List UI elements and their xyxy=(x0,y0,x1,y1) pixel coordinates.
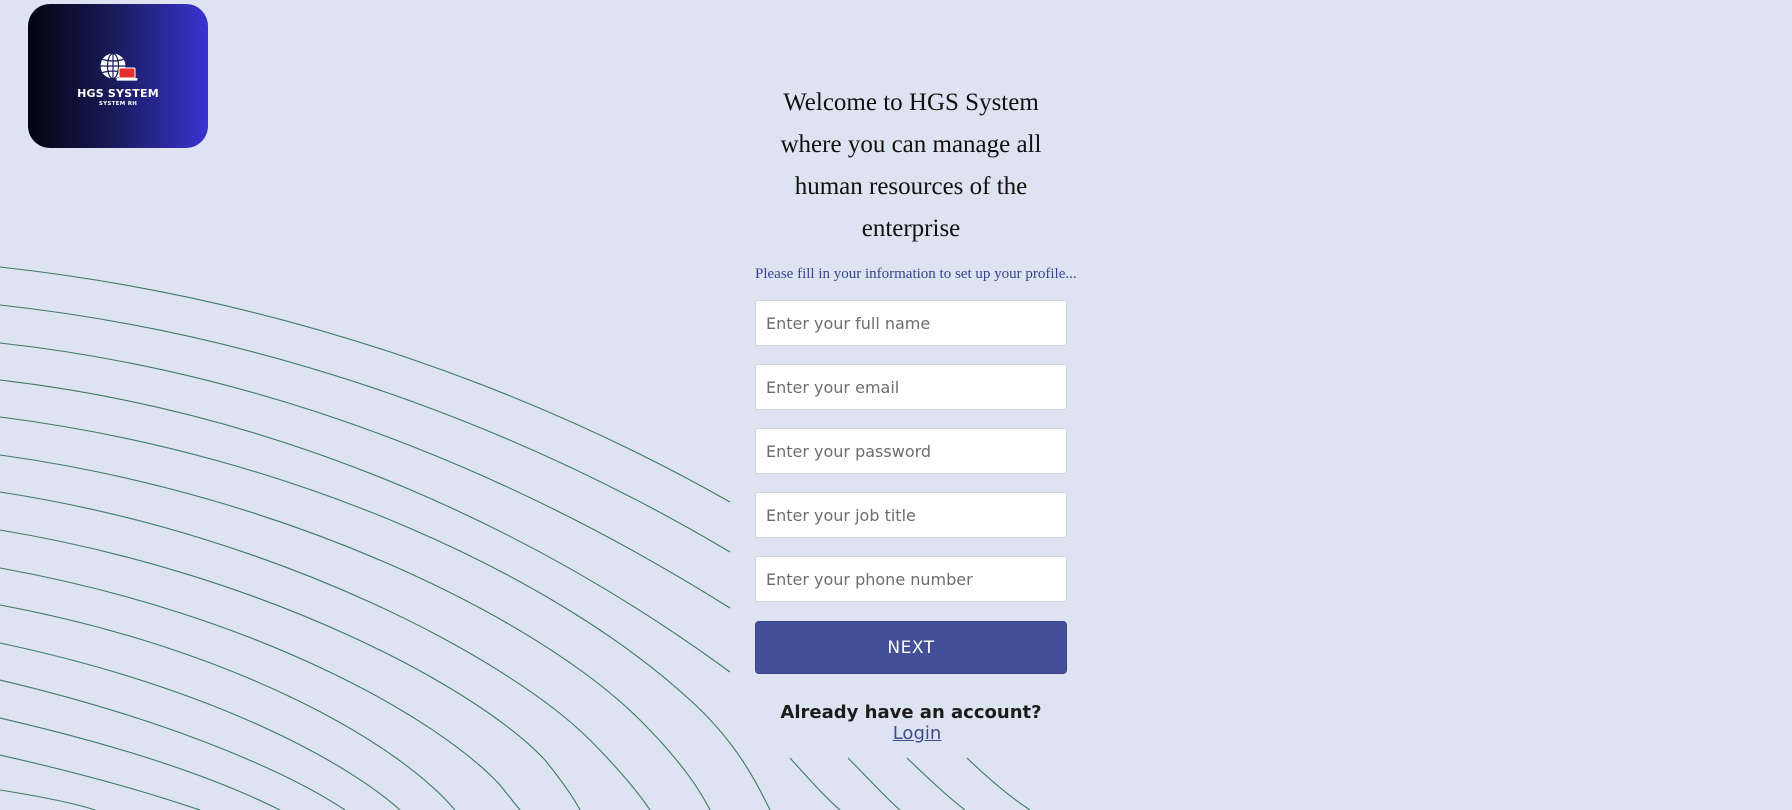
instruction-text: Please fill in your information to set u… xyxy=(755,266,1077,282)
password-input[interactable] xyxy=(755,428,1067,474)
email-input[interactable] xyxy=(755,364,1067,410)
globe-laptop-icon xyxy=(100,52,138,81)
login-prompt: Already have an account?Login xyxy=(755,702,1067,744)
welcome-heading: Welcome to HGS System where you can mana… xyxy=(780,89,1042,242)
login-link[interactable]: Login xyxy=(893,723,942,744)
logo-subtitle: SYSTEM RH xyxy=(98,100,138,107)
logo-title: HGS SYSTEM xyxy=(77,86,159,100)
signup-page: HGS SYSTEM SYSTEM RH Welcome to HGS Syst… xyxy=(0,0,1792,810)
account-question: Already have an account? xyxy=(780,702,1042,723)
next-button[interactable]: NEXT xyxy=(755,621,1067,674)
hgs-logo: HGS SYSTEM SYSTEM RH xyxy=(28,4,208,148)
phone-number-input[interactable] xyxy=(755,556,1067,602)
full-name-input[interactable] xyxy=(755,300,1067,346)
signup-form: Welcome to HGS System where you can mana… xyxy=(755,82,1077,744)
job-title-input[interactable] xyxy=(755,492,1067,538)
